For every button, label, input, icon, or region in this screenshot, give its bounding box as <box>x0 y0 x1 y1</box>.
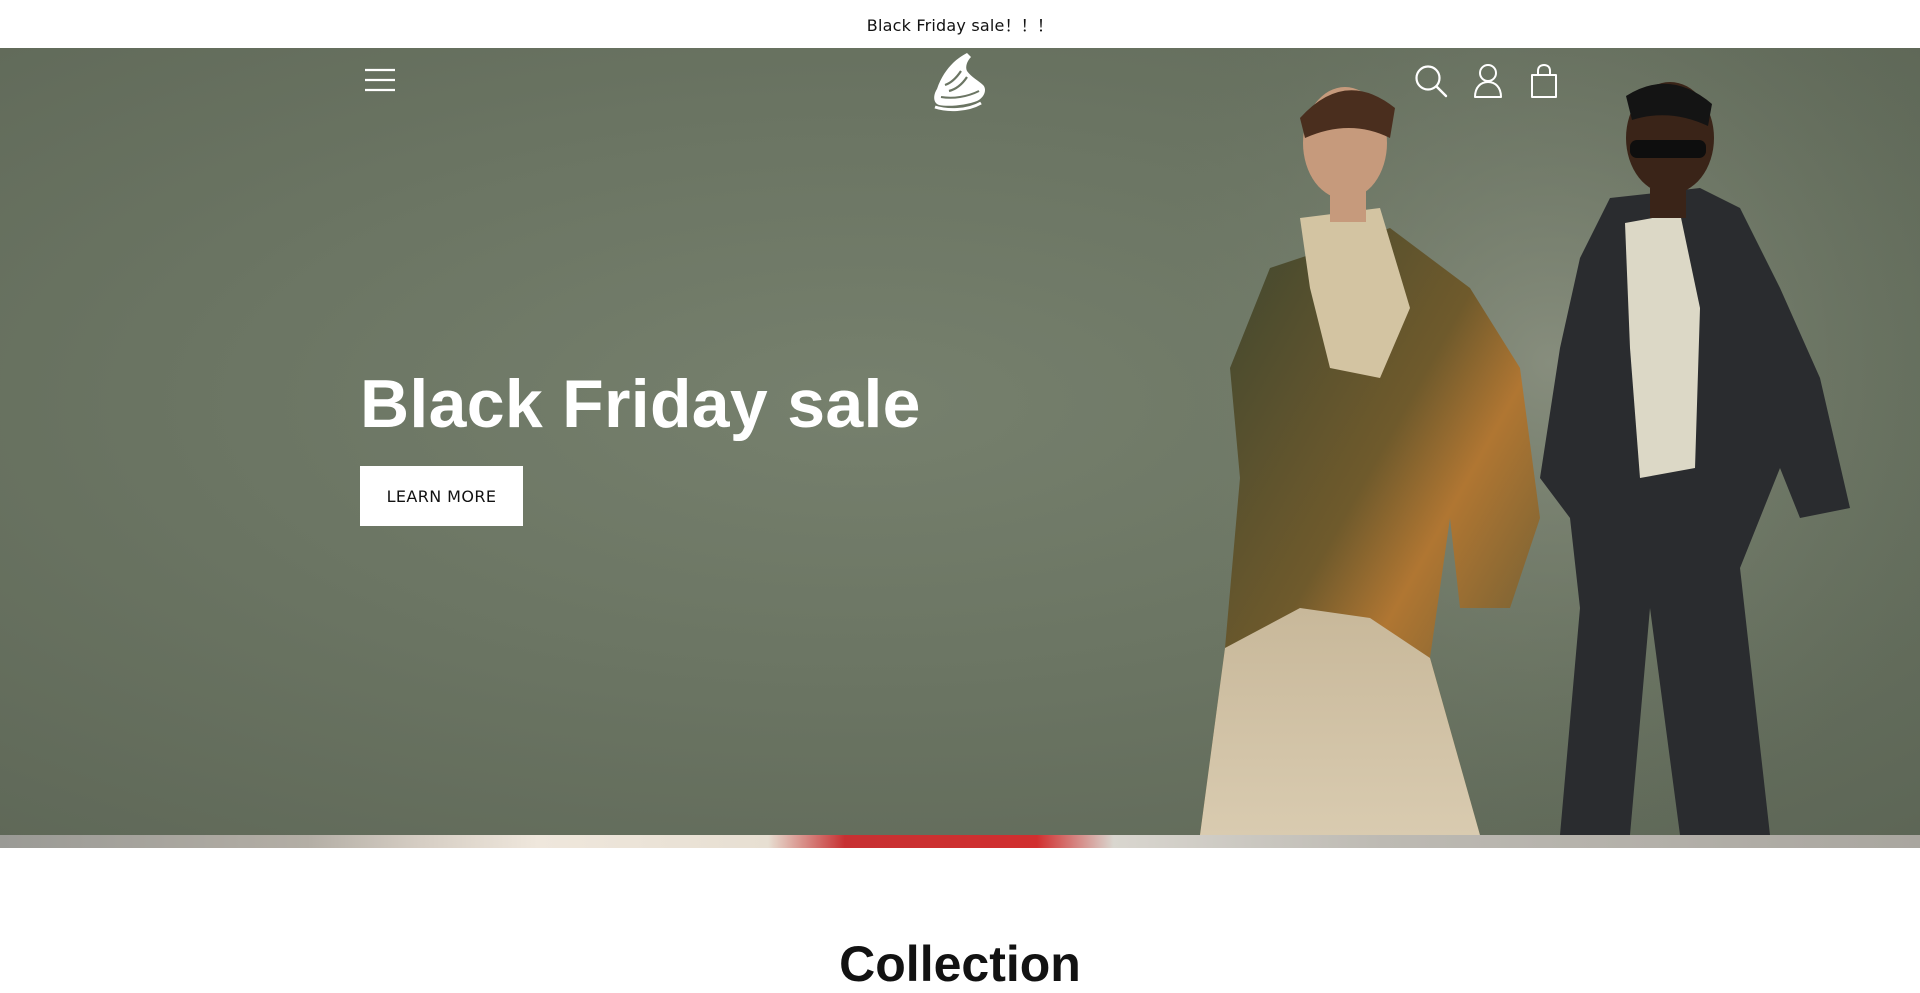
search-icon[interactable] <box>1413 62 1449 100</box>
site-header <box>0 48 1920 114</box>
account-icon[interactable] <box>1470 62 1506 100</box>
hero-content: Black Friday sale LEARN MORE <box>360 366 921 526</box>
hero-slideshow: Black Friday sale LEARN MORE <box>0 48 1920 835</box>
shopping-bag-icon[interactable] <box>1526 62 1562 100</box>
learn-more-button[interactable]: LEARN MORE <box>360 466 523 526</box>
collection-heading: Collection <box>839 936 1081 992</box>
announcement-bar: Black Friday sale！！！ <box>0 0 1920 48</box>
sneaker-logo-icon[interactable] <box>925 48 993 114</box>
hero-title: Black Friday sale <box>360 366 921 442</box>
next-slide-preview <box>0 835 1920 848</box>
announcement-text: Black Friday sale！！！ <box>866 16 1054 35</box>
hero-image-models <box>1180 48 1920 835</box>
hamburger-menu-icon[interactable] <box>360 62 400 98</box>
